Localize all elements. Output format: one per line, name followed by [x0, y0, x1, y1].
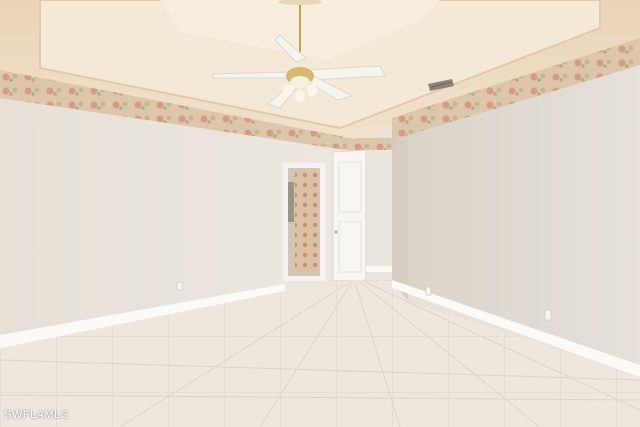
wallpaper-border-back: [355, 138, 395, 150]
electrical-outlet-icon: [544, 309, 552, 321]
electrical-outlet-icon: [176, 281, 183, 291]
room-illustration: [0, 0, 640, 427]
right-wall-return: [392, 130, 408, 300]
door-knob: [334, 230, 338, 234]
watermark-text: SWFLAMLS: [4, 409, 69, 421]
baseboard-back: [366, 266, 392, 272]
hallway-wallpaper: [295, 170, 319, 272]
electrical-outlet-icon: [425, 286, 432, 296]
hallway-mirror: [288, 182, 294, 222]
empty-room-photo: SWFLAMLS: [0, 0, 640, 427]
